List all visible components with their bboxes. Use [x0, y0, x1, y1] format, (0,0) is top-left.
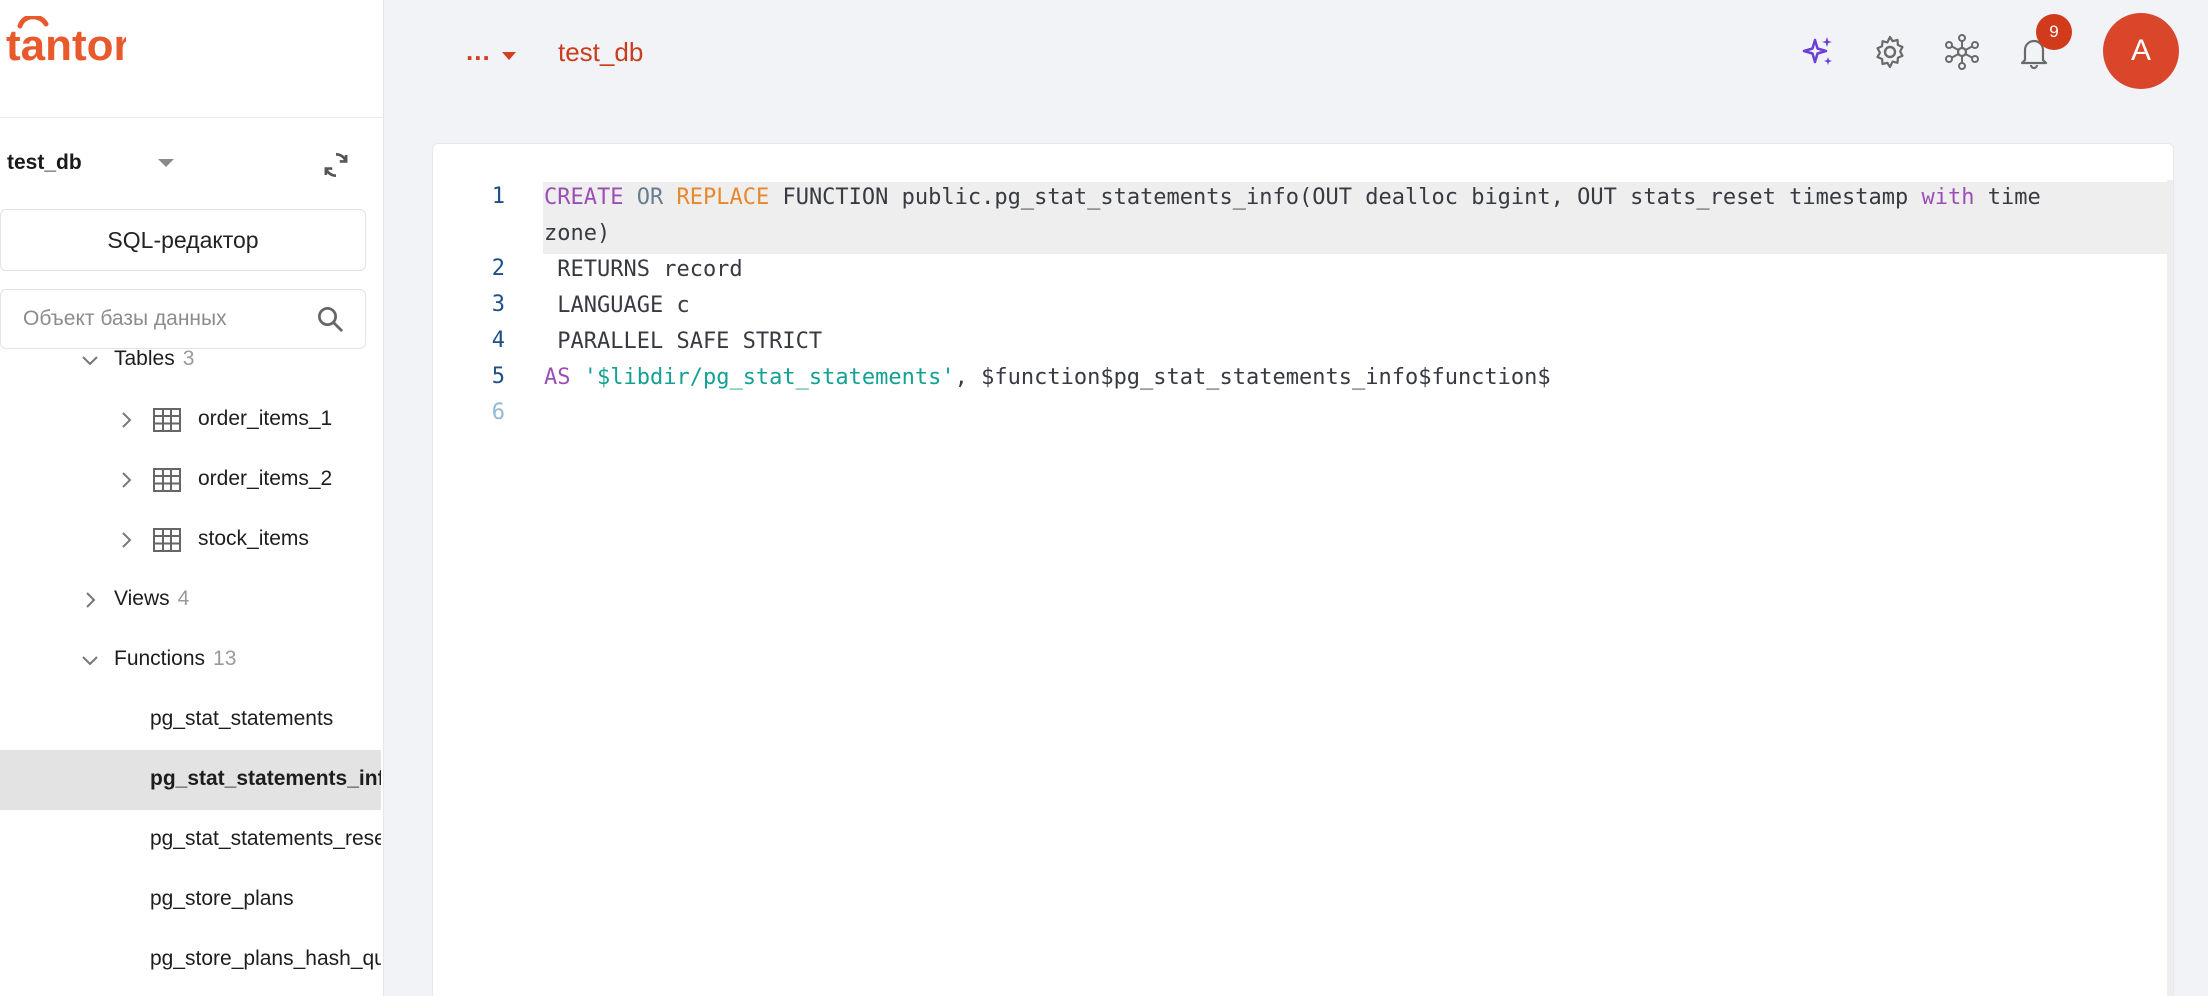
network-icon[interactable]	[1944, 34, 1980, 70]
tree-item-label: pg_stat_statements	[150, 707, 334, 730]
tree-item-table[interactable]: order_items_2	[0, 450, 381, 510]
code-line-2: RETURNS record	[544, 257, 743, 282]
line-number: 3	[491, 292, 505, 317]
tree-item-count: 3	[182, 350, 195, 370]
chevron-down-icon	[82, 356, 98, 366]
tree-item-label: order_items_1	[198, 407, 333, 430]
search-icon[interactable]	[315, 304, 345, 334]
tree-item-label: Functions	[114, 647, 206, 670]
code-text: FUNCTION public.pg_stat_statements_info(…	[769, 185, 1922, 210]
tree-item-label: order_items_2	[198, 467, 333, 490]
tantor-logo[interactable]: tantor	[0, 0, 383, 118]
line-number: 6	[491, 400, 505, 425]
tree-item-function[interactable]: pg_stat_statements	[0, 690, 381, 750]
tree-item-function[interactable]: pg_stat_statements_reset	[0, 810, 381, 870]
tree-item-function[interactable]: pg_store_plans	[0, 870, 381, 930]
breadcrumb-db[interactable]: test_db	[558, 37, 643, 68]
tree-item-label: Views	[114, 587, 170, 610]
line-number: 5	[491, 364, 505, 389]
tree-item-functions[interactable]: Functions 13	[0, 630, 381, 690]
chevron-right-icon	[122, 412, 132, 428]
search-input[interactable]	[23, 290, 303, 348]
tree-item-label: pg_store_plans	[150, 887, 294, 910]
table-icon	[153, 408, 181, 432]
object-tree: Tables 3 order_items_1 order_items_2 stoc…	[0, 350, 381, 996]
tantor-logo-icon: tantor	[6, 16, 126, 64]
code-text: time	[1974, 185, 2041, 210]
code-line-1: CREATE OR REPLACE FUNCTION public.pg_sta…	[544, 180, 2041, 216]
breadcrumb-more-button[interactable]: ...	[466, 36, 491, 67]
tree-item-views[interactable]: Views 4	[0, 570, 381, 630]
ai-sparkle-icon[interactable]	[1800, 34, 1836, 70]
tree-item-table[interactable]: stock_items	[0, 510, 381, 570]
tree-item-function-selected[interactable]: pg_stat_statements_info	[0, 750, 381, 810]
code-keyword: with	[1921, 185, 1975, 210]
search-box	[0, 289, 366, 349]
table-icon	[153, 468, 181, 492]
sql-editor[interactable]: 1 2 3 4 5 6 CREATE OR REPLACE FUNCTION p…	[432, 143, 2174, 996]
tree-item-table[interactable]: order_items_1	[0, 390, 381, 450]
svg-text:tantor: tantor	[6, 21, 126, 64]
code-text: , $function$pg_stat_statements_info$func…	[954, 365, 1551, 390]
sidebar: tantor test_db SQL-редактор Tables 3 orde…	[0, 0, 384, 996]
code-line-4: PARALLEL SAFE STRICT	[544, 329, 823, 354]
tree-item-label: Tables	[114, 350, 175, 370]
code-line-5: AS '$libdir/pg_stat_statements', $functi…	[544, 360, 1551, 396]
chevron-right-icon	[122, 472, 132, 488]
tree-item-count: 13	[213, 647, 237, 670]
line-number: 2	[491, 256, 505, 281]
code-keyword: AS	[544, 365, 571, 390]
gear-icon[interactable]	[1872, 34, 1908, 70]
avatar[interactable]: A	[2103, 13, 2179, 89]
code-line-3: LANGUAGE c	[544, 293, 690, 318]
chevron-right-icon	[122, 532, 132, 548]
chevron-down-icon[interactable]	[502, 52, 516, 60]
editor-scrollbar[interactable]	[2167, 180, 2173, 996]
code-string: '$libdir/pg_stat_statements'	[583, 365, 955, 390]
notifications-badge: 9	[2036, 14, 2072, 50]
refresh-icon[interactable]	[320, 149, 352, 181]
code-line-1-wrap: zone)	[544, 221, 611, 246]
chevron-right-icon	[86, 592, 96, 608]
tree-item-label: pg_stat_statements_info	[150, 767, 381, 790]
tree-item-tables[interactable]: Tables 3	[0, 350, 381, 390]
chevron-down-icon	[82, 656, 98, 666]
db-selector[interactable]: test_db	[0, 135, 383, 195]
tree-item-label: pg_stat_statements_reset	[150, 827, 381, 850]
code-keyword: OR	[636, 185, 664, 210]
code-keyword: REPLACE	[676, 185, 770, 210]
line-number: 1	[491, 184, 505, 209]
sql-editor-button[interactable]: SQL-редактор	[0, 209, 366, 271]
tree-item-label: stock_items	[198, 527, 309, 550]
table-icon	[153, 528, 181, 552]
line-number: 4	[491, 328, 505, 353]
chevron-down-icon	[158, 159, 174, 167]
header: ... test_db 9 A	[384, 0, 2208, 106]
db-selector-value: test_db	[7, 151, 82, 174]
tree-item-function[interactable]: pg_store_plans_hash_query	[0, 930, 381, 990]
tree-item-label: pg_store_plans_hash_query	[150, 947, 381, 970]
code-keyword: CREATE	[544, 185, 624, 210]
tree-item-count: 4	[177, 587, 190, 610]
